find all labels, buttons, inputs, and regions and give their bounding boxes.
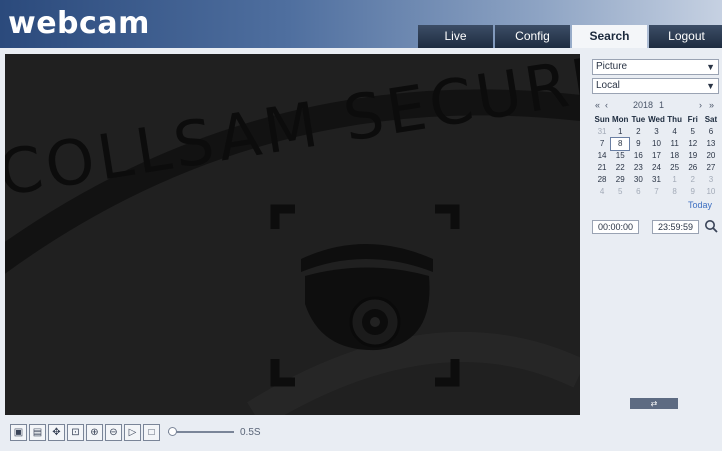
calendar-weekday: Sat bbox=[704, 115, 718, 124]
calendar-day[interactable]: 14 bbox=[593, 150, 611, 162]
camera-icon bbox=[301, 244, 433, 351]
calendar-day[interactable]: 18 bbox=[666, 150, 684, 162]
calendar-day[interactable]: 5 bbox=[611, 186, 629, 198]
calendar-day[interactable]: 10 bbox=[702, 186, 720, 198]
calendar-header: « ‹ 2018 1 › » bbox=[593, 100, 720, 112]
chevron-down-icon: ▼ bbox=[706, 81, 715, 91]
end-time-input[interactable]: 23:59:59 bbox=[652, 220, 699, 234]
prev-month-button[interactable]: ‹ bbox=[605, 100, 608, 110]
tab-live[interactable]: Live bbox=[418, 25, 493, 48]
calendar-day[interactable]: 6 bbox=[629, 186, 647, 198]
calendar-day[interactable]: 24 bbox=[647, 162, 665, 174]
calendar-weekday: Mon bbox=[611, 115, 629, 124]
calendar-day[interactable]: 28 bbox=[593, 174, 611, 186]
calendar: « ‹ 2018 1 › » Sun Mon Tue Wed Thu Fri Sat 31 1 2… bbox=[593, 100, 720, 198]
calendar-day[interactable]: 8 bbox=[666, 186, 684, 198]
today-link[interactable]: Today bbox=[688, 200, 712, 210]
calendar-day[interactable]: 21 bbox=[593, 162, 611, 174]
calendar-day[interactable]: 2 bbox=[684, 174, 702, 186]
calendar-day[interactable]: 23 bbox=[629, 162, 647, 174]
calendar-day[interactable]: 29 bbox=[611, 174, 629, 186]
stop-icon[interactable]: □ bbox=[143, 423, 160, 441]
calendar-weekday: Wed bbox=[648, 115, 665, 124]
calendar-day[interactable]: 30 bbox=[629, 174, 647, 186]
calendar-day[interactable]: 20 bbox=[702, 150, 720, 162]
calendar-day[interactable]: 3 bbox=[647, 126, 665, 138]
calendar-day[interactable]: 26 bbox=[684, 162, 702, 174]
video-viewport[interactable]: COLLSAM SECURITY bbox=[5, 54, 580, 415]
calendar-day[interactable]: 1 bbox=[666, 174, 684, 186]
calendar-day[interactable]: 12 bbox=[684, 138, 702, 150]
calendar-day[interactable]: 2 bbox=[629, 126, 647, 138]
calendar-day-selected[interactable]: 8 bbox=[610, 137, 631, 151]
calendar-day[interactable]: 10 bbox=[647, 138, 665, 150]
slider-track bbox=[168, 431, 234, 433]
calendar-day[interactable]: 9 bbox=[629, 138, 647, 150]
calendar-weekday: Sun bbox=[594, 115, 610, 124]
calendar-day[interactable]: 7 bbox=[593, 138, 611, 150]
calendar-weekday: Tue bbox=[631, 115, 646, 124]
start-time-input[interactable]: 00:00:00 bbox=[592, 220, 639, 234]
calendar-day[interactable]: 19 bbox=[684, 150, 702, 162]
ptz-icon[interactable]: ✥ bbox=[48, 423, 65, 441]
calendar-day[interactable]: 31 bbox=[647, 174, 665, 186]
calendar-year: 2018 bbox=[633, 100, 654, 110]
zoom-out-icon[interactable]: ⊖ bbox=[105, 423, 122, 441]
play-icon[interactable]: ▷ bbox=[124, 423, 141, 441]
type-select[interactable]: Picture ▼ bbox=[592, 59, 719, 75]
go-button[interactable]: ⇄ bbox=[630, 398, 678, 409]
tab-config[interactable]: Config bbox=[495, 25, 570, 48]
calendar-day[interactable]: 1 bbox=[611, 126, 629, 138]
playback-toolbar: ▣ ▤ ✥ ⊡ ⊕ ⊖ ▷ □ 0.5S bbox=[10, 423, 261, 441]
app-logo: webcam bbox=[8, 6, 150, 41]
slider-knob[interactable] bbox=[168, 427, 177, 436]
record-icon[interactable]: ▤ bbox=[29, 423, 46, 441]
zoom-in-icon[interactable]: ⊕ bbox=[86, 423, 103, 441]
type-select-value: Picture bbox=[596, 61, 628, 72]
calendar-day[interactable]: 3 bbox=[702, 174, 720, 186]
fit-icon[interactable]: ⊡ bbox=[67, 423, 84, 441]
calendar-weekday: Thu bbox=[667, 115, 682, 124]
calendar-day[interactable]: 31 bbox=[593, 126, 611, 138]
source-select-value: Local bbox=[596, 80, 620, 91]
calendar-day[interactable]: 27 bbox=[702, 162, 720, 174]
calendar-day[interactable]: 6 bbox=[702, 126, 720, 138]
next-month-button[interactable]: › bbox=[699, 100, 702, 110]
snapshot-icon[interactable]: ▣ bbox=[10, 423, 27, 441]
source-select[interactable]: Local ▼ bbox=[592, 78, 719, 94]
tab-search[interactable]: Search bbox=[572, 25, 647, 48]
prev-year-button[interactable]: « bbox=[595, 100, 600, 110]
chevron-down-icon: ▼ bbox=[706, 62, 715, 72]
next-year-button[interactable]: » bbox=[709, 100, 714, 110]
magnifier-icon[interactable] bbox=[704, 219, 718, 233]
calendar-day[interactable]: 25 bbox=[666, 162, 684, 174]
calendar-day[interactable]: 13 bbox=[702, 138, 720, 150]
main-tabs: Live Config Search Logout bbox=[418, 25, 722, 48]
calendar-day[interactable]: 5 bbox=[684, 126, 702, 138]
calendar-day[interactable]: 7 bbox=[647, 186, 665, 198]
calendar-day[interactable]: 9 bbox=[684, 186, 702, 198]
tab-logout[interactable]: Logout bbox=[649, 25, 722, 48]
calendar-month: 1 bbox=[659, 100, 665, 110]
calendar-day[interactable]: 17 bbox=[647, 150, 665, 162]
app-header: webcam Live Config Search Logout bbox=[0, 0, 722, 48]
speed-slider[interactable] bbox=[168, 427, 234, 437]
calendar-day[interactable]: 16 bbox=[629, 150, 647, 162]
calendar-day[interactable]: 4 bbox=[593, 186, 611, 198]
calendar-day[interactable]: 22 bbox=[611, 162, 629, 174]
calendar-day[interactable]: 15 bbox=[611, 150, 629, 162]
calendar-weekday: Fri bbox=[687, 115, 698, 124]
calendar-day[interactable]: 4 bbox=[666, 126, 684, 138]
calendar-day[interactable]: 11 bbox=[666, 138, 684, 150]
speed-label: 0.5S bbox=[240, 426, 261, 438]
calendar-grid: Sun Mon Tue Wed Thu Fri Sat 31 1 2 3 4 5 6 7 8 9 10 11 12 13… bbox=[593, 114, 720, 198]
